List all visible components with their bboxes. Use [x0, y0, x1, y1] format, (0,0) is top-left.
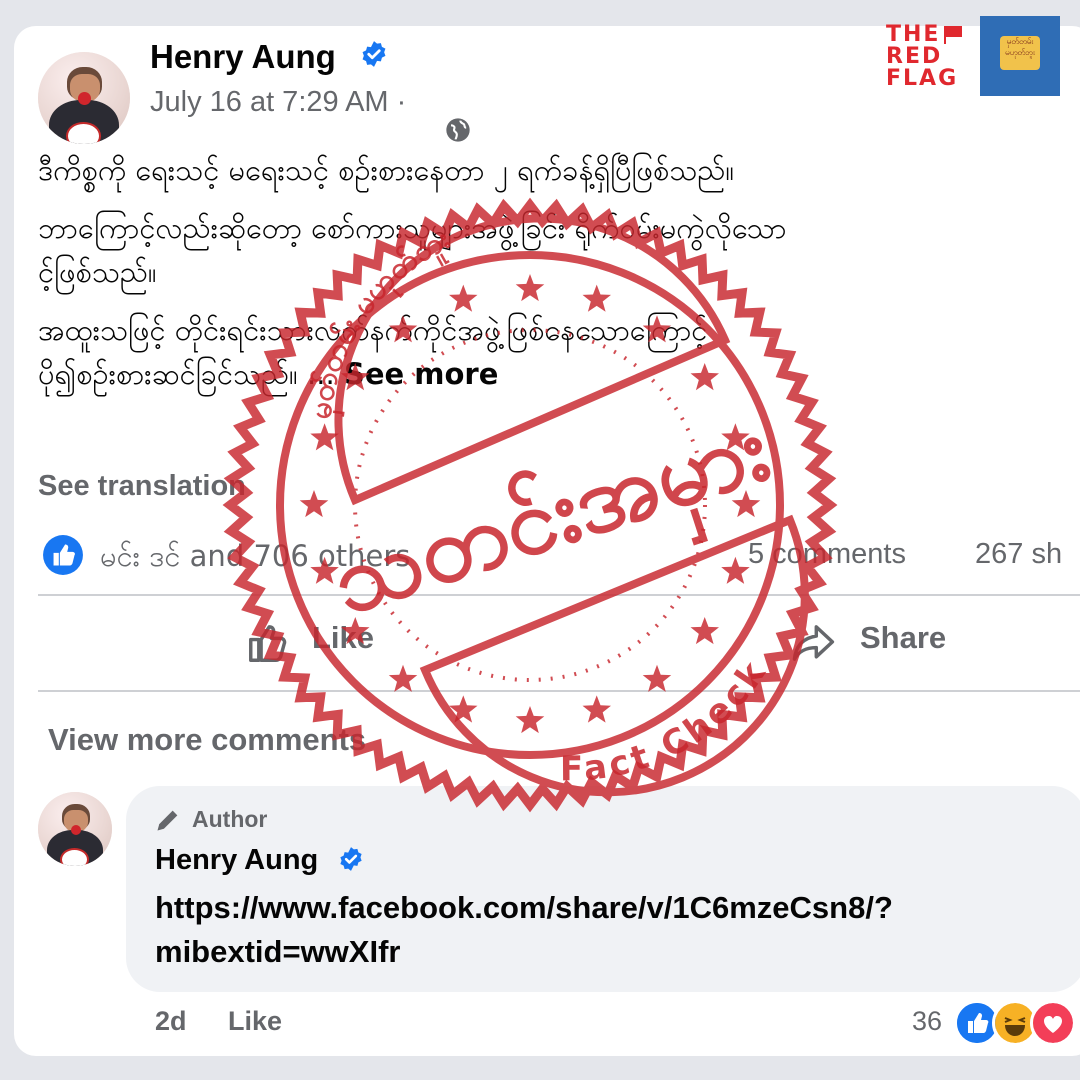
- comments-count[interactable]: 5 comments: [748, 538, 906, 571]
- post-timestamp[interactable]: July 16 at 7:29 AM ·: [150, 86, 406, 119]
- divider: [38, 594, 1080, 596]
- author-avatar[interactable]: [38, 52, 130, 144]
- comment-reaction-count[interactable]: 36: [912, 1006, 942, 1037]
- like-button[interactable]: Like: [312, 620, 374, 656]
- comment-like-button[interactable]: Like: [228, 1006, 282, 1037]
- post-body: ဒီကိစ္စကို ရေးသင့် မရေးသင့် စဉ်းစားနေတာ …: [38, 148, 1080, 410]
- see-translation-link[interactable]: See translation: [38, 470, 246, 503]
- comment-link-line[interactable]: mibextid=wwXIfr: [155, 930, 1035, 974]
- comment-age[interactable]: 2d: [155, 1006, 187, 1037]
- divider: [38, 690, 1080, 692]
- partner-logo-badge: မှတ်တမ်း မဟုတ်ဘူး: [1000, 36, 1040, 70]
- verified-badge-icon: [362, 41, 386, 67]
- pencil-icon: [157, 810, 178, 831]
- comment-author-avatar[interactable]: [38, 792, 112, 866]
- flag-icon: [944, 26, 962, 44]
- comment-link-line[interactable]: https://www.facebook.com/share/v/1C6mzeC…: [155, 886, 1035, 930]
- reactions-summary[interactable]: မင်း ဒင် and 706 others: [100, 538, 410, 581]
- share-button[interactable]: Share: [860, 620, 946, 656]
- love-reaction-icon[interactable]: [1030, 1000, 1076, 1046]
- like-icon[interactable]: [245, 620, 291, 666]
- share-icon[interactable]: [790, 620, 838, 666]
- like-reaction-icon[interactable]: [42, 534, 84, 576]
- comment-link[interactable]: https://www.facebook.com/share/v/1C6mzeC…: [155, 886, 1035, 974]
- post-paragraph: အထူးသဖြင့် တိုင်းရင်းသားလက်နက်ကိုင်အဖွဲ့…: [38, 313, 708, 347]
- post-paragraph: ပို၍စဉ်းစားဆင်ခြင်သည်။ ...: [38, 357, 344, 391]
- verified-badge-icon: [340, 847, 362, 871]
- shares-count[interactable]: 267 sh: [975, 538, 1062, 571]
- author-tag: Author: [192, 806, 268, 832]
- comment-author-name[interactable]: Henry Aung: [155, 844, 318, 877]
- author-name[interactable]: Henry Aung: [150, 38, 336, 76]
- post-paragraph: ဒီကိစ္စကို ရေးသင့် မရေးသင့် စဉ်းစားနေတာ …: [38, 153, 735, 187]
- post-paragraph: ဘာကြောင့်လည်းဆိုတော့ စော်ကားသူများအဖွဲ့ခ…: [38, 211, 787, 245]
- view-more-comments-link[interactable]: View more comments: [48, 722, 366, 758]
- red-flag-logo-line: RED: [886, 44, 943, 69]
- see-more-link[interactable]: See more: [344, 357, 498, 391]
- post-paragraph: င့်ဖြစ်သည်။: [38, 255, 157, 289]
- red-flag-logo-line: FLAG: [886, 66, 959, 91]
- globe-icon: [446, 118, 470, 142]
